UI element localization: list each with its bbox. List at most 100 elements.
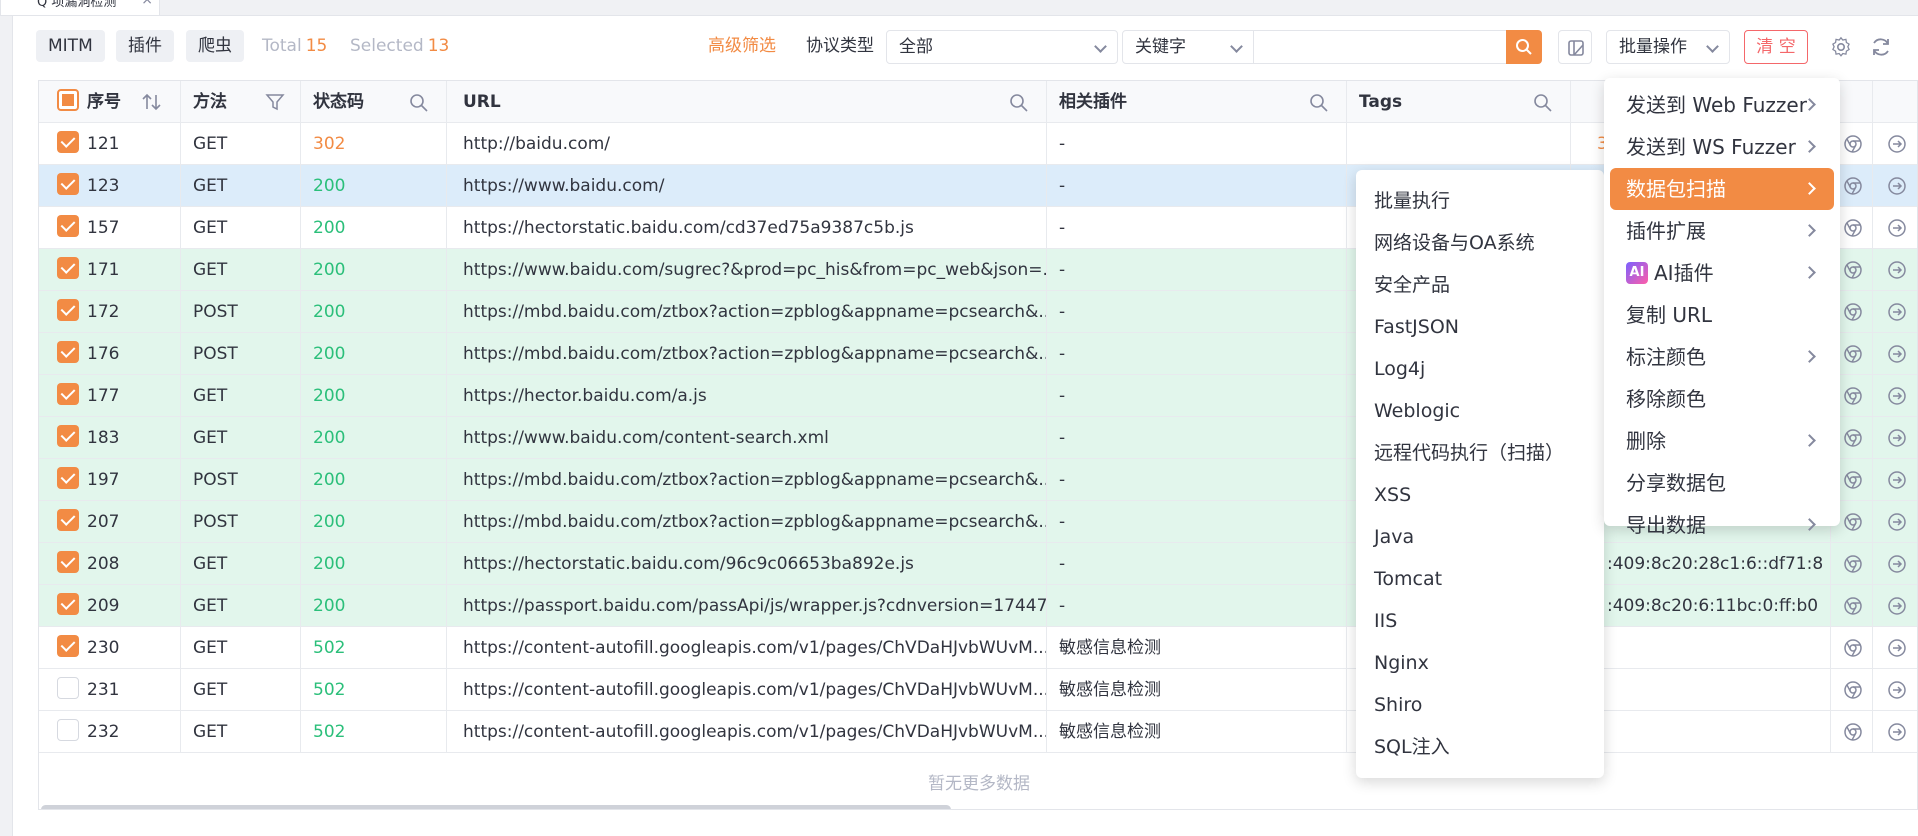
chrome-icon[interactable] [1843, 302, 1863, 322]
sort-icon[interactable] [141, 93, 163, 111]
table-row[interactable]: 209 GET 200 https://passport.baidu.com/pass… [39, 585, 1917, 627]
search-icon[interactable] [1009, 93, 1029, 113]
keyword-type-select[interactable]: 关键字 [1122, 30, 1254, 64]
search-icon[interactable] [409, 93, 429, 113]
row-checkbox[interactable] [57, 299, 79, 321]
refresh-icon[interactable] [1870, 36, 1892, 58]
row-checkbox[interactable] [57, 635, 79, 657]
arrow-right-circle-icon[interactable] [1887, 470, 1907, 490]
row-checkbox[interactable] [57, 383, 79, 405]
batch-menu-item[interactable]: 发送到 Web Fuzzer [1610, 84, 1834, 126]
cell-action-open[interactable] [1873, 501, 1917, 543]
table-row[interactable]: 208 GET 200 https://hectorstatic.baidu.com/… [39, 543, 1917, 585]
cell-action-open[interactable] [1873, 291, 1917, 333]
filter-icon[interactable] [265, 93, 285, 111]
cell-action-open[interactable] [1873, 417, 1917, 459]
chrome-icon[interactable] [1843, 218, 1863, 238]
scan-submenu-item[interactable]: FastJSON [1374, 306, 1459, 348]
row-checkbox[interactable] [57, 467, 79, 489]
chrome-icon[interactable] [1843, 344, 1863, 364]
keyword-input[interactable] [1254, 30, 1532, 64]
chrome-icon[interactable] [1843, 470, 1863, 490]
cell-action-open[interactable] [1873, 543, 1917, 585]
row-checkbox[interactable] [57, 677, 79, 699]
arrow-right-circle-icon[interactable] [1887, 554, 1907, 574]
arrow-right-circle-icon[interactable] [1887, 428, 1907, 448]
batch-menu-item[interactable]: 删除 [1610, 420, 1834, 462]
table-row[interactable]: 232 GET 502 https://content-autofill.google… [39, 711, 1917, 753]
cell-action-open[interactable] [1873, 627, 1917, 669]
arrow-right-circle-icon[interactable] [1887, 680, 1907, 700]
scan-submenu-item[interactable]: Java [1374, 516, 1414, 558]
row-checkbox[interactable] [57, 131, 79, 153]
header-url[interactable]: URL [447, 81, 1047, 123]
seg-plugin-button[interactable]: 插件 [116, 30, 174, 62]
row-checkbox[interactable] [57, 257, 79, 279]
chrome-icon[interactable] [1843, 680, 1863, 700]
scan-submenu-item[interactable]: 安全产品 [1374, 264, 1450, 306]
scan-submenu-item[interactable]: Nginx [1374, 642, 1429, 684]
arrow-right-circle-icon[interactable] [1887, 722, 1907, 742]
scan-submenu-item[interactable]: SQL注入 [1374, 726, 1450, 768]
batch-menu-item[interactable]: 标注颜色 [1610, 336, 1834, 378]
chrome-icon[interactable] [1843, 596, 1863, 616]
chrome-icon[interactable] [1843, 428, 1863, 448]
scan-submenu-item[interactable]: 网络设备与OA系统 [1374, 222, 1535, 264]
layout-button[interactable] [1558, 30, 1592, 64]
cell-action-open[interactable] [1873, 249, 1917, 291]
chrome-icon[interactable] [1843, 260, 1863, 280]
batch-menu-item[interactable]: 分享数据包 [1610, 462, 1834, 504]
cell-action-browser[interactable] [1831, 669, 1873, 711]
row-checkbox[interactable] [57, 215, 79, 237]
arrow-right-circle-icon[interactable] [1887, 302, 1907, 322]
tab-vuln-detect[interactable]: Q 项漏洞检测 × [0, 0, 160, 16]
row-checkbox[interactable] [57, 509, 79, 531]
cell-action-open[interactable] [1873, 375, 1917, 417]
row-checkbox[interactable] [57, 593, 79, 615]
cell-action-browser[interactable] [1831, 543, 1873, 585]
arrow-right-circle-icon[interactable] [1887, 638, 1907, 658]
scan-submenu-item[interactable]: 远程代码执行（扫描） [1374, 432, 1564, 474]
batch-menu-item[interactable]: 发送到 WS Fuzzer [1610, 126, 1834, 168]
chrome-icon[interactable] [1843, 386, 1863, 406]
advanced-filter-link[interactable]: 高级筛选 [708, 30, 776, 62]
arrow-right-circle-icon[interactable] [1887, 260, 1907, 280]
cell-action-browser[interactable] [1831, 627, 1873, 669]
cell-action-browser[interactable] [1831, 585, 1873, 627]
table-row[interactable]: 231 GET 502 https://content-autofill.google… [39, 669, 1917, 711]
scan-submenu-item[interactable]: IIS [1374, 600, 1397, 642]
scan-submenu-item[interactable]: Shiro [1374, 684, 1422, 726]
horizontal-scrollbar[interactable] [39, 805, 1917, 809]
header-status[interactable]: 状态码 [301, 81, 447, 123]
cell-action-open[interactable] [1873, 711, 1917, 753]
select-all-checkbox[interactable] [57, 89, 79, 111]
header-tags[interactable]: Tags [1347, 81, 1571, 123]
header-index[interactable]: 序号 [39, 81, 181, 123]
row-checkbox[interactable] [57, 173, 79, 195]
close-icon[interactable]: × [141, 0, 153, 7]
cell-action-open[interactable] [1873, 585, 1917, 627]
arrow-right-circle-icon[interactable] [1887, 218, 1907, 238]
chrome-icon[interactable] [1843, 176, 1863, 196]
scrollbar-thumb[interactable] [41, 805, 951, 809]
cell-action-open[interactable] [1873, 165, 1917, 207]
scan-submenu-item[interactable]: Log4j [1374, 348, 1425, 390]
batch-action-button[interactable]: 批量操作 [1606, 30, 1730, 64]
cell-action-browser[interactable] [1831, 711, 1873, 753]
chrome-icon[interactable] [1843, 554, 1863, 574]
seg-crawler-button[interactable]: 爬虫 [186, 30, 244, 62]
cell-action-open[interactable] [1873, 333, 1917, 375]
chrome-icon[interactable] [1843, 638, 1863, 658]
scan-submenu-item[interactable]: XSS [1374, 474, 1411, 516]
search-icon[interactable] [1309, 93, 1329, 113]
batch-menu-item[interactable]: 数据包扫描 [1610, 168, 1834, 210]
arrow-right-circle-icon[interactable] [1887, 596, 1907, 616]
arrow-right-circle-icon[interactable] [1887, 344, 1907, 364]
arrow-right-circle-icon[interactable] [1887, 134, 1907, 154]
search-icon[interactable] [1533, 93, 1553, 113]
cell-action-open[interactable] [1873, 669, 1917, 711]
cell-action-open[interactable] [1873, 123, 1917, 165]
chrome-icon[interactable] [1843, 134, 1863, 154]
cell-action-open[interactable] [1873, 459, 1917, 501]
clear-button[interactable]: 清 空 [1744, 30, 1808, 64]
